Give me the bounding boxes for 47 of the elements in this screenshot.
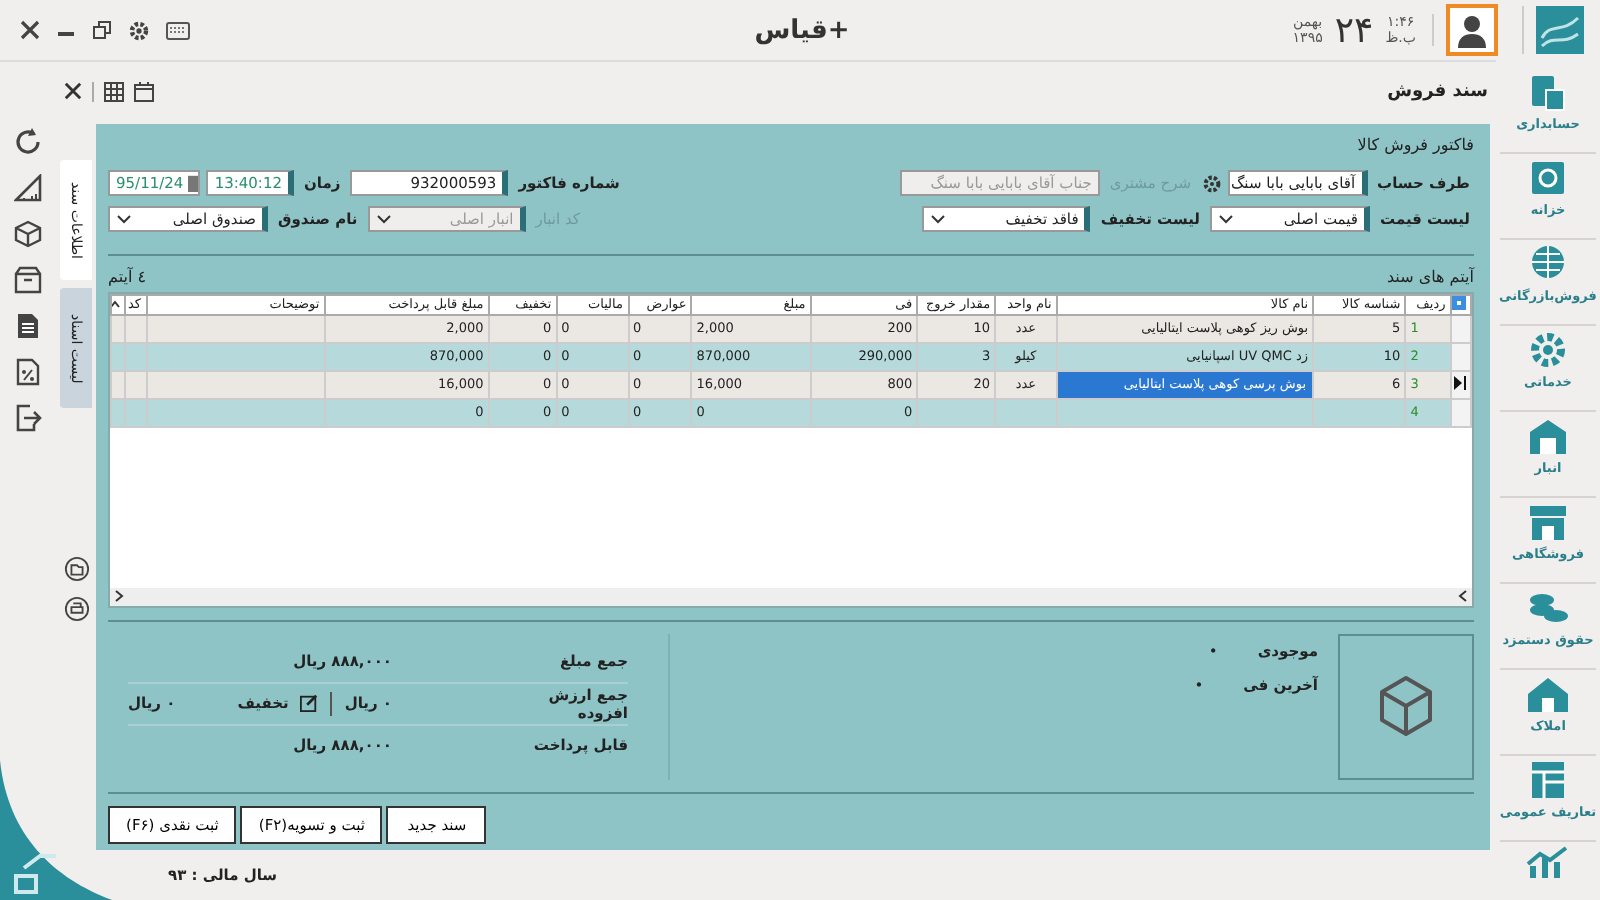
coins-icon <box>1526 588 1570 628</box>
scroll-up-icon[interactable] <box>113 300 121 309</box>
form-title: فاکتور فروش کالا <box>1355 136 1474 154</box>
chart-icon[interactable] <box>1526 846 1570 878</box>
folder-icon[interactable] <box>63 556 89 582</box>
document-icon[interactable] <box>14 312 42 340</box>
keyboard-icon[interactable] <box>166 21 190 39</box>
calculator-icon <box>1526 72 1570 112</box>
chevron-down-icon <box>1218 214 1234 225</box>
table-icon <box>1526 760 1570 800</box>
export-icon[interactable] <box>14 404 42 432</box>
row-pointer-icon <box>1454 375 1466 390</box>
section-title: آیتم های سند <box>1386 267 1474 286</box>
close-icon[interactable] <box>20 20 40 40</box>
horizontal-scrollbar[interactable] <box>110 587 1472 606</box>
house-icon <box>1526 674 1570 714</box>
cubes-icon[interactable] <box>14 220 42 248</box>
row-selector[interactable] <box>1450 370 1471 399</box>
page-title: سند فروش <box>1387 81 1488 101</box>
item-count: ٤ آیتم <box>108 267 147 286</box>
app-logo <box>1521 6 1584 54</box>
gear-icon <box>1526 330 1570 370</box>
box-icon <box>1526 416 1570 456</box>
restore-icon[interactable] <box>92 20 112 40</box>
print-icon[interactable] <box>63 596 89 622</box>
refresh-icon[interactable] <box>14 128 42 156</box>
safe-icon <box>1526 158 1570 198</box>
edit-icon[interactable] <box>300 694 319 713</box>
ruler-icon[interactable] <box>14 174 42 202</box>
grid-icon[interactable] <box>104 81 124 101</box>
scroll-right-icon[interactable] <box>114 590 124 603</box>
settings-icon[interactable] <box>1201 173 1222 194</box>
box-icon[interactable] <box>14 266 42 294</box>
cube-icon <box>1376 674 1436 739</box>
app-title: قیاس+ <box>754 15 850 45</box>
chevron-down-icon <box>930 214 947 225</box>
percent-document-icon[interactable] <box>14 358 42 386</box>
store-icon <box>1526 502 1570 542</box>
close-icon[interactable] <box>64 82 82 100</box>
day-label: ۲۴ <box>1334 9 1374 51</box>
select-all-icon[interactable] <box>1452 296 1466 310</box>
scroll-left-icon[interactable] <box>1458 590 1468 603</box>
user-avatar[interactable] <box>1445 4 1498 56</box>
globe-icon <box>1526 244 1570 284</box>
settings-icon[interactable] <box>128 19 150 41</box>
chevron-down-icon <box>375 214 392 225</box>
chevron-down-icon <box>116 214 132 225</box>
